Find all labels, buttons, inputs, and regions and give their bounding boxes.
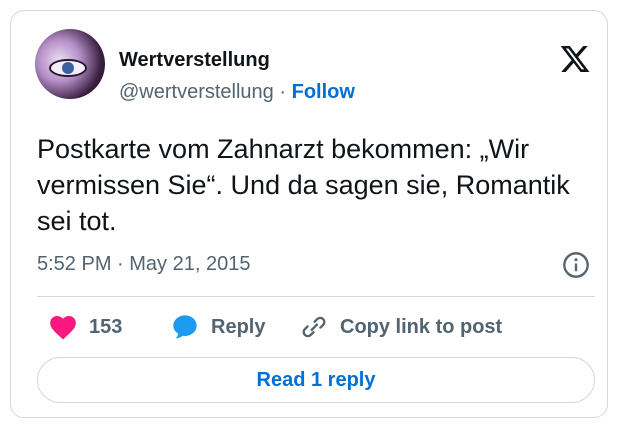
like-count: 153: [89, 315, 123, 338]
tweet-text: Postkarte vom Zahnarzt bekommen: „Wir ve…: [37, 134, 570, 236]
read-replies-button[interactable]: Read 1 reply: [37, 357, 595, 403]
info-icon[interactable]: [562, 251, 590, 279]
x-logo-icon[interactable]: [559, 43, 591, 75]
copy-link-button[interactable]: Copy link to post: [300, 309, 502, 345]
reply-button[interactable]: Reply: [171, 309, 265, 345]
author-handle-row: @wertverstellung · Follow: [119, 81, 355, 104]
avatar-eye-icon: [49, 59, 87, 77]
author-handle[interactable]: @wertverstellung: [119, 81, 274, 103]
link-icon: [302, 316, 326, 338]
tweet-timestamp[interactable]: 5:52 PM · May 21, 2015: [37, 253, 250, 276]
separator-dot: ·: [279, 81, 287, 103]
follow-link[interactable]: Follow: [292, 81, 355, 103]
author-name[interactable]: Wertverstellung: [119, 49, 270, 72]
copy-link-label: Copy link to post: [340, 315, 503, 338]
heart-icon: [50, 316, 76, 340]
reply-bubble-icon: [173, 315, 197, 339]
reply-label: Reply: [211, 315, 266, 338]
tweet-card: Wertverstellung @wertverstellung · Follo…: [10, 10, 608, 418]
action-bar: 153 Reply Copy link to post: [37, 309, 597, 345]
like-button[interactable]: 153: [49, 309, 122, 345]
avatar[interactable]: [35, 29, 105, 99]
divider: [37, 296, 595, 297]
